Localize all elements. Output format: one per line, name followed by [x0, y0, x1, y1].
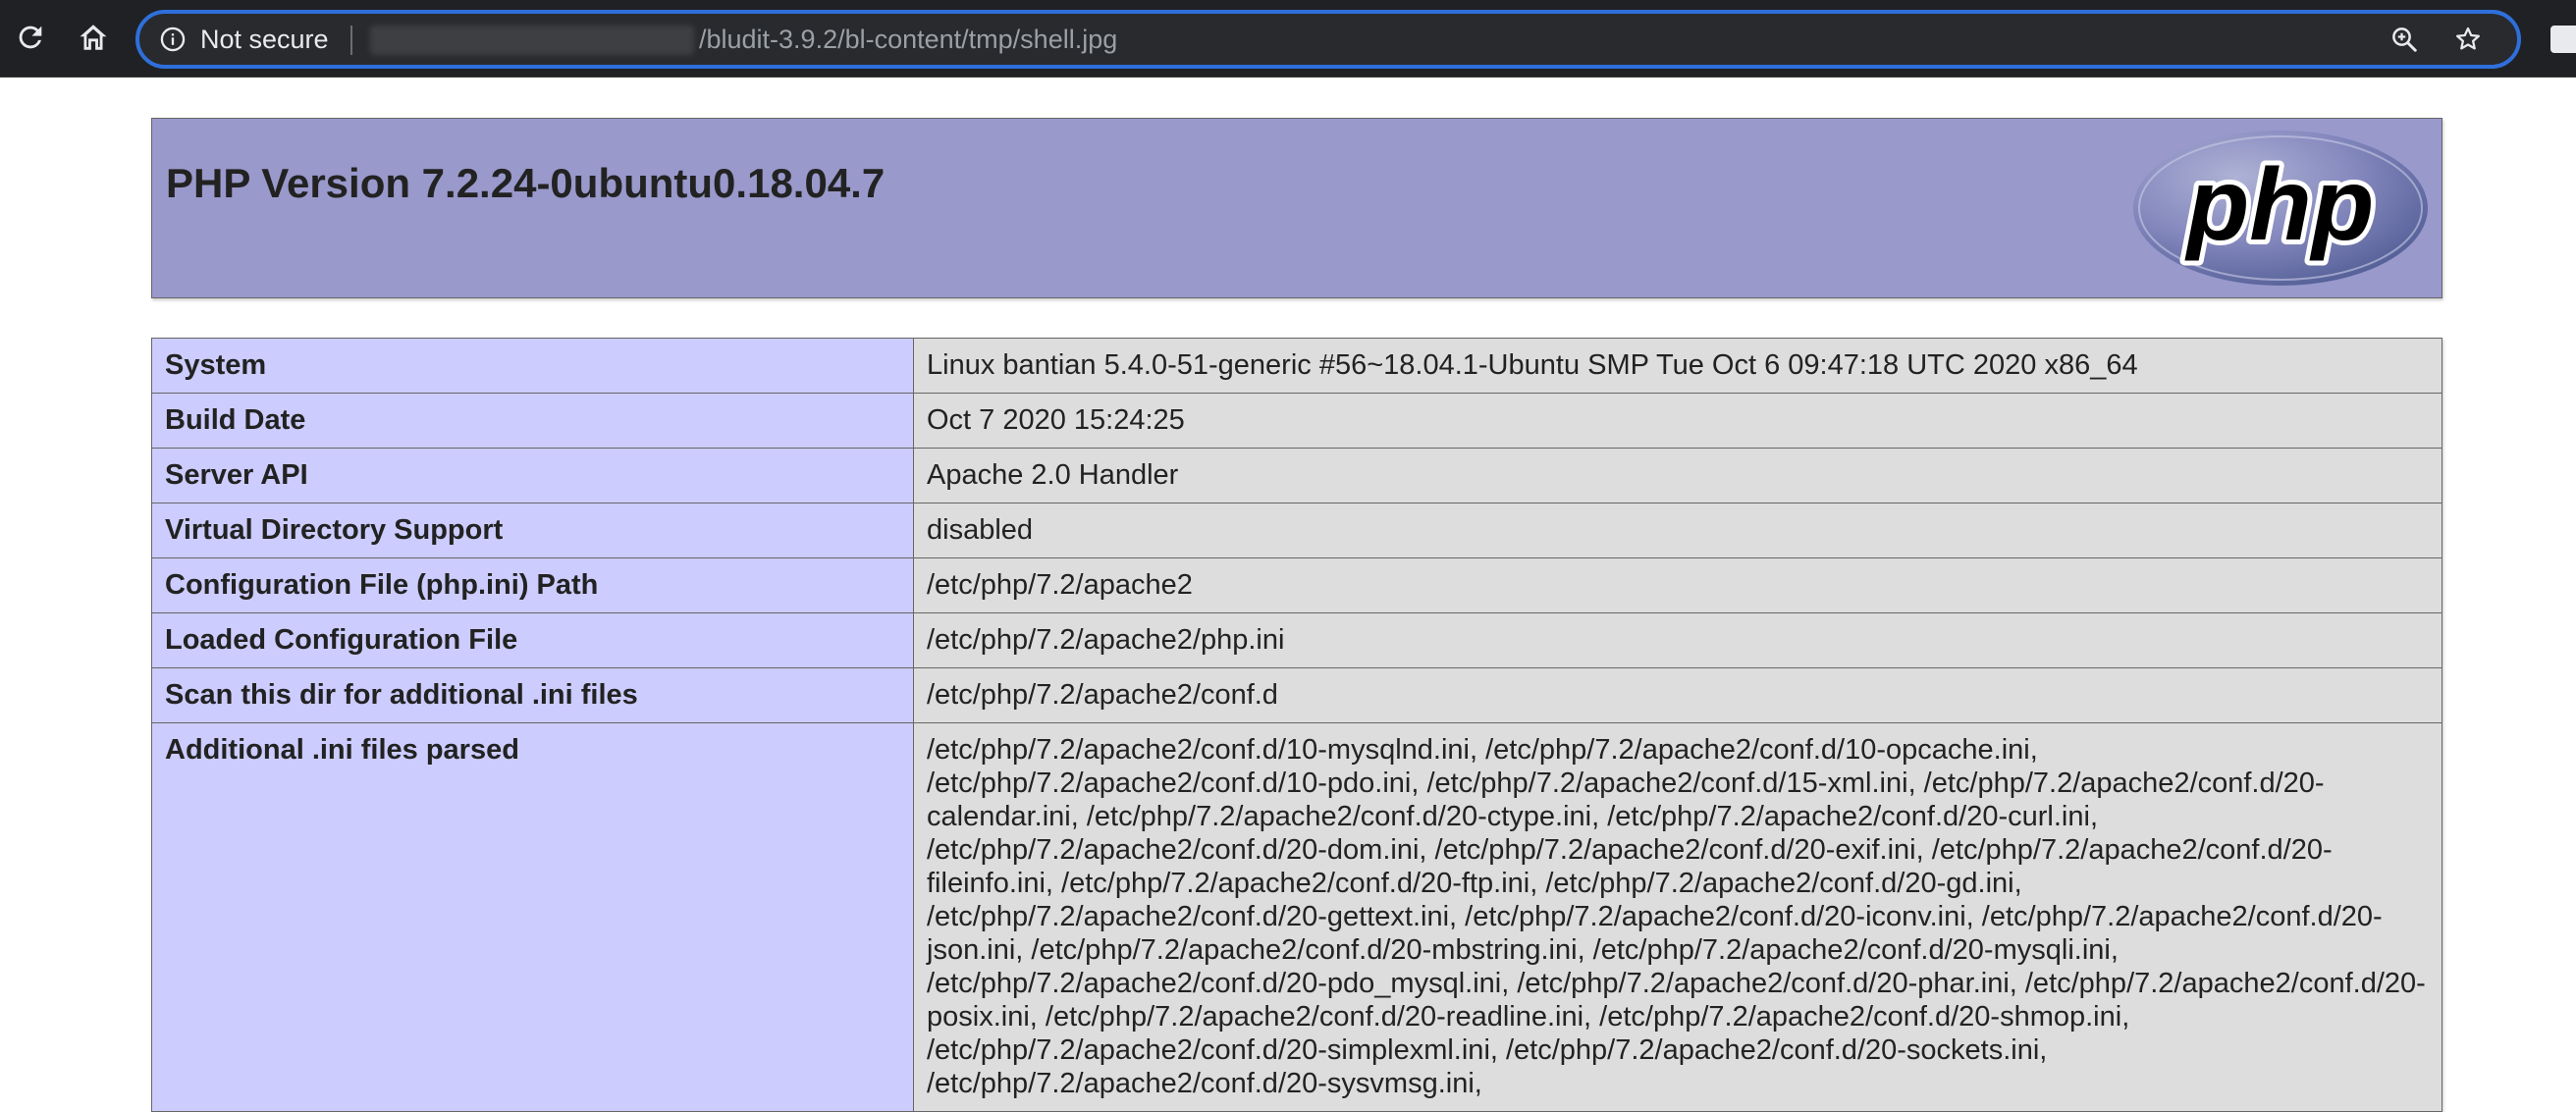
phpinfo-table: System Linux bantian 5.4.0-51-generic #56…: [151, 338, 2442, 1112]
php-logo-text: php: [2184, 148, 2375, 262]
row-key: Configuration File (php.ini) Path: [151, 557, 914, 613]
row-key: Additional .ini files parsed: [151, 722, 914, 1112]
php-logo[interactable]: php php: [2131, 129, 2430, 288]
bookmark-button[interactable]: [2451, 23, 2485, 56]
row-value: disabled: [913, 503, 2442, 558]
row-value: /etc/php/7.2/apache2/conf.d: [913, 667, 2442, 723]
table-row: Configuration File (php.ini) Path/etc/ph…: [151, 557, 2442, 613]
table-row: Additional .ini files parsed/etc/php/7.2…: [151, 722, 2442, 1112]
home-button[interactable]: [71, 15, 116, 60]
address-bar[interactable]: Not secure /bludit-3.9.2/bl-content/tmp/…: [135, 10, 2521, 69]
table-row: Virtual Directory Support disabled: [151, 503, 2442, 558]
table-row: Server API Apache 2.0 Handler: [151, 448, 2442, 503]
row-key: Scan this dir for additional .ini files: [151, 667, 914, 723]
row-key: Build Date: [151, 393, 914, 449]
row-value: /etc/php/7.2/apache2/conf.d/10-mysqlnd.i…: [913, 722, 2442, 1112]
reload-button[interactable]: [8, 15, 53, 60]
security-chip[interactable]: Not secure: [159, 22, 329, 57]
table-row: Loaded Configuration File/etc/php/7.2/ap…: [151, 612, 2442, 668]
row-key: System: [151, 338, 914, 394]
row-value: /etc/php/7.2/apache2: [913, 557, 2442, 613]
table-row: Build Date Oct 7 2020 15:24:25: [151, 393, 2442, 449]
star-icon: [2456, 26, 2480, 50]
extension-icon[interactable]: [2550, 26, 2576, 53]
row-key: Loaded Configuration File: [151, 612, 914, 668]
php-version-header: PHP Version 7.2.24-0ubuntu0.18.04.7 php …: [151, 118, 2442, 298]
zoom-button[interactable]: [2388, 23, 2421, 56]
page-title: PHP Version 7.2.24-0ubuntu0.18.04.7: [166, 160, 886, 206]
url-text[interactable]: /bludit-3.9.2/bl-content/tmp/shell.jpg: [699, 22, 1117, 57]
row-key: Virtual Directory Support: [151, 503, 914, 558]
redacted-host: [370, 26, 694, 55]
reload-icon: [19, 26, 42, 49]
row-key: Server API: [151, 448, 914, 503]
row-value: Apache 2.0 Handler: [913, 448, 2442, 503]
row-value: /etc/php/7.2/apache2/php.ini: [913, 612, 2442, 668]
address-divider: [350, 26, 352, 55]
browser-toolbar: Not secure /bludit-3.9.2/bl-content/tmp/…: [0, 0, 2576, 78]
row-value: Linux bantian 5.4.0-51-generic #56~18.04…: [913, 338, 2442, 394]
info-icon: [160, 26, 186, 52]
table-row: Scan this dir for additional .ini files /…: [151, 667, 2442, 723]
security-label: Not secure: [200, 24, 329, 54]
home-icon: [80, 25, 107, 50]
zoom-icon: [2392, 27, 2417, 52]
row-value: Oct 7 2020 15:24:25: [913, 393, 2442, 449]
table-row: System Linux bantian 5.4.0-51-generic #56…: [151, 338, 2442, 394]
